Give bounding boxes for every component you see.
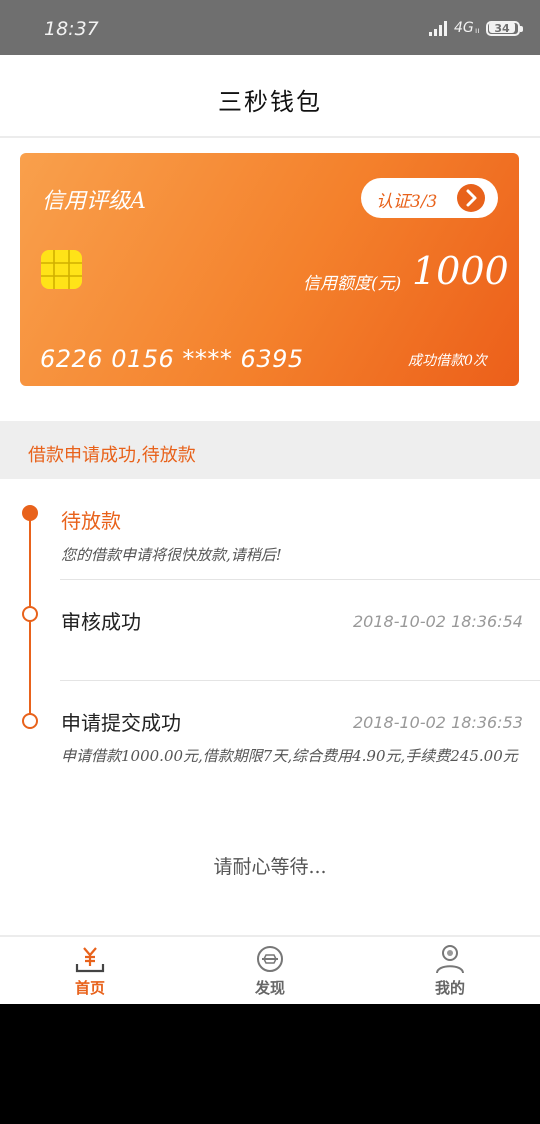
loan-status-header: 借款申请成功,待放款: [0, 421, 540, 479]
title-bar: 三秒钱包: [0, 55, 540, 138]
timeline-item-desc: 申请借款1000.00元,借款期限7天,综合费用4.90元,手续费245.00元: [61, 747, 518, 765]
timeline-item-title: 申请提交成功: [61, 711, 181, 735]
loan-status-text: 借款申请成功,待放款: [28, 445, 196, 466]
credit-card: 信用评级A 认证3/3 信用额度(元) 1000 6226 0156 **** …: [20, 153, 519, 386]
loan-count: 成功借款0次: [408, 353, 487, 369]
network-type: 4G: [454, 20, 474, 36]
status-bar: 18:37 4G ıı 34: [0, 0, 540, 55]
tab-discover[interactable]: 发现: [180, 937, 360, 1004]
battery-level: 34: [489, 22, 515, 35]
card-chip-icon: [41, 250, 82, 289]
credit-rating: 信用评级A: [42, 189, 146, 214]
verify-button[interactable]: 认证3/3: [361, 178, 498, 218]
tab-label: 发现: [254, 979, 285, 997]
timeline-item-title: 待放款: [61, 509, 121, 533]
yen-wallet-icon: [75, 947, 105, 973]
status-time: 18:37: [44, 18, 99, 40]
bottom-tab-bar: 首页 发现 我的: [0, 935, 540, 1004]
tab-profile[interactable]: 我的: [360, 937, 540, 1004]
timeline-dot-active: [22, 505, 38, 521]
chevron-right-icon: [457, 184, 485, 212]
timeline-dot: [22, 606, 38, 622]
timeline-dot: [22, 713, 38, 729]
tab-home[interactable]: 首页: [0, 937, 180, 1004]
timeline-divider: [60, 680, 540, 681]
timeline-item-title: 审核成功: [61, 610, 141, 634]
wait-message: 请耐心等待...: [213, 856, 327, 878]
user-icon: [436, 945, 464, 974]
spacer: [0, 387, 540, 421]
timeline-item-time: 2018-10-02 18:36:53: [353, 713, 523, 732]
discover-icon: [257, 946, 283, 972]
battery-icon: 34: [486, 21, 523, 36]
tab-label: 我的: [434, 979, 465, 997]
timeline-item-time: 2018-10-02 18:36:54: [353, 612, 523, 631]
signal-icon: [429, 21, 447, 36]
timeline-divider: [60, 579, 540, 580]
app-screen: 18:37 4G ıı 34 三秒钱包 信用评级A 认证3/3 信用额度(元) …: [0, 0, 540, 1004]
verify-label: 认证3/3: [376, 192, 438, 212]
tab-label: 首页: [74, 979, 105, 997]
network-strength: ıı: [475, 26, 480, 35]
credit-limit-value: 1000: [412, 249, 509, 293]
card-number: 6226 0156 **** 6395: [40, 345, 304, 373]
timeline-item-desc: 您的借款申请将很快放款,请稍后!: [61, 546, 282, 564]
page-title: 三秒钱包: [218, 88, 322, 116]
credit-limit-label: 信用额度(元): [303, 274, 402, 294]
